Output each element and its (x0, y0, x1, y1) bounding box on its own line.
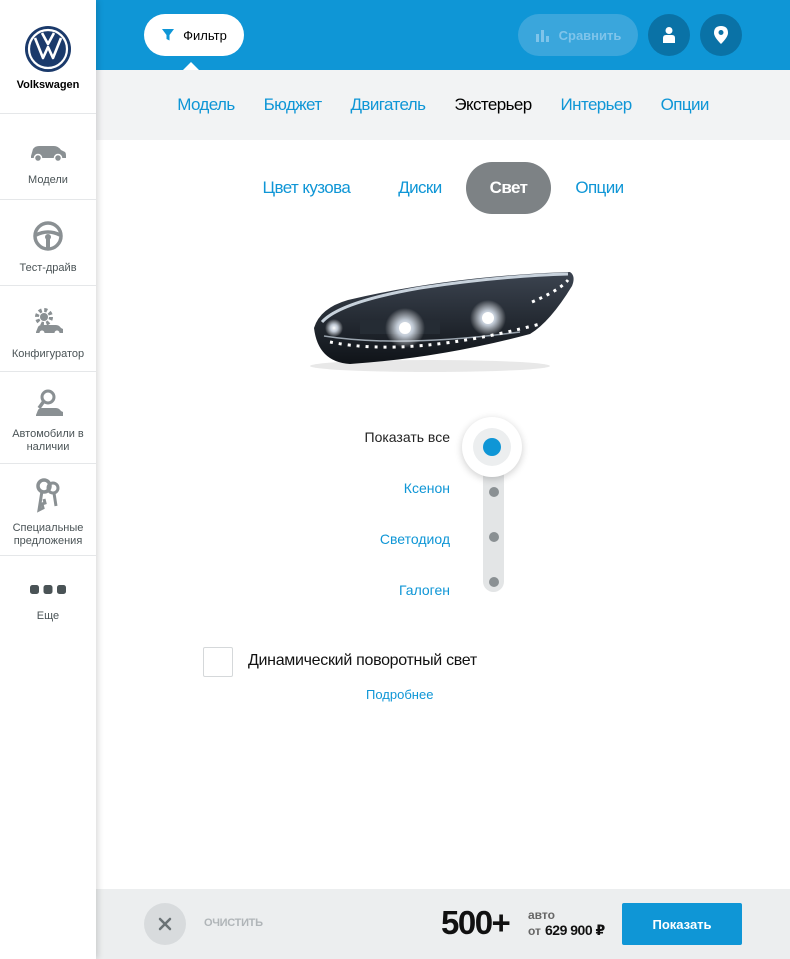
location-pin-icon (714, 26, 728, 44)
clear-label[interactable]: ОЧИСТИТЬ (204, 917, 263, 929)
sidebar-item-label: Модели (28, 174, 68, 186)
sidebar-item-label: Автомобили в наличии (12, 428, 84, 453)
sidebar-item-in-stock[interactable]: Автомобили в наличии (0, 372, 96, 464)
filter-icon (162, 29, 175, 41)
compare-label: Сравнить (558, 27, 622, 43)
more-dots-icon (30, 585, 66, 594)
volkswagen-logo-icon (25, 26, 71, 72)
tab-budget[interactable]: Бюджет (264, 95, 323, 115)
option-halogen[interactable]: Галоген (300, 573, 450, 624)
tab-model[interactable]: Модель (177, 95, 235, 115)
sidebar-item-more[interactable]: Еще (0, 556, 96, 636)
sidebar-item-models[interactable]: Модели (0, 114, 96, 200)
tab-exterior[interactable]: Экстерьер (454, 95, 532, 115)
slider-handle-core (483, 438, 501, 456)
location-button[interactable] (700, 14, 742, 56)
subtab-wheels[interactable]: Диски (374, 162, 465, 214)
option-xenon[interactable]: Ксенон (300, 471, 450, 522)
light-type-options: Показать все Ксенон Светодиод Галоген (300, 420, 450, 624)
profile-button[interactable] (648, 14, 690, 56)
sub-tabs: Цвет кузова Диски Свет Опции (96, 162, 790, 214)
subtab-options[interactable]: Опции (551, 162, 647, 214)
close-icon (158, 917, 172, 931)
sidebar-item-label: Специальные предложения (12, 522, 84, 547)
filter-label: Фильтр (183, 27, 227, 43)
keys-icon (36, 478, 60, 513)
brand-logo[interactable]: Volkswagen (0, 0, 96, 114)
slider-handle-ring (473, 428, 511, 466)
sidebar-item-label: Еще (36, 610, 60, 622)
option-led[interactable]: Светодиод (300, 522, 450, 573)
results-unit: авто (528, 908, 555, 922)
sidebar-item-configurator[interactable]: Конфигуратор (0, 286, 96, 372)
tab-engine[interactable]: Двигатель (351, 95, 426, 115)
tab-interior[interactable]: Интерьер (561, 95, 633, 115)
subtab-body-color[interactable]: Цвет кузова (239, 162, 375, 214)
clear-button[interactable] (144, 903, 186, 945)
top-bar: Фильтр Сравнить (96, 0, 790, 71)
sidebar-item-test-drive[interactable]: Тест-драйв (0, 200, 96, 286)
car-search-icon (36, 389, 63, 416)
sidebar-item-label: Конфигуратор (11, 348, 85, 360)
slider-stop-xenon[interactable] (489, 487, 499, 497)
slider-stop-led[interactable] (489, 532, 499, 542)
more-info-link[interactable]: Подробнее (366, 687, 433, 702)
steering-wheel-icon (33, 221, 63, 251)
headlight-image (310, 272, 574, 372)
dynamic-light-checkbox[interactable] (203, 647, 233, 677)
bottom-bar: ОЧИСТИТЬ 500+ авто от 629 900 ₽ Показать (96, 889, 790, 959)
price-prefix: от (528, 924, 541, 938)
user-icon (663, 27, 675, 43)
subtab-light[interactable]: Свет (465, 162, 552, 214)
show-results-button[interactable]: Показать (622, 903, 742, 945)
sidebar-item-label: Тест-драйв (19, 262, 77, 274)
bar-chart-icon (535, 30, 549, 42)
sidebar-item-special-offers[interactable]: Специальные предложения (0, 464, 96, 556)
option-show-all[interactable]: Показать все (300, 420, 450, 471)
brand-name: Volkswagen (16, 79, 80, 91)
filter-button[interactable]: Фильтр (144, 14, 244, 56)
light-slider-handle[interactable] (462, 417, 522, 477)
configurator-icon (35, 308, 63, 336)
dynamic-light-label[interactable]: Динамический поворотный свет (248, 652, 477, 670)
main-tabs: Модель Бюджет Двигатель Экстерьер Интерь… (96, 70, 790, 140)
compare-button[interactable]: Сравнить (518, 14, 638, 56)
car-icon (31, 146, 66, 163)
results-count: 500+ (441, 904, 511, 941)
min-price: 629 900 ₽ (545, 922, 605, 938)
tab-options[interactable]: Опции (661, 95, 710, 115)
slider-stop-halogen[interactable] (489, 577, 499, 587)
sidebar: Volkswagen Модели Тест-драйв Конфигурато… (0, 0, 96, 959)
